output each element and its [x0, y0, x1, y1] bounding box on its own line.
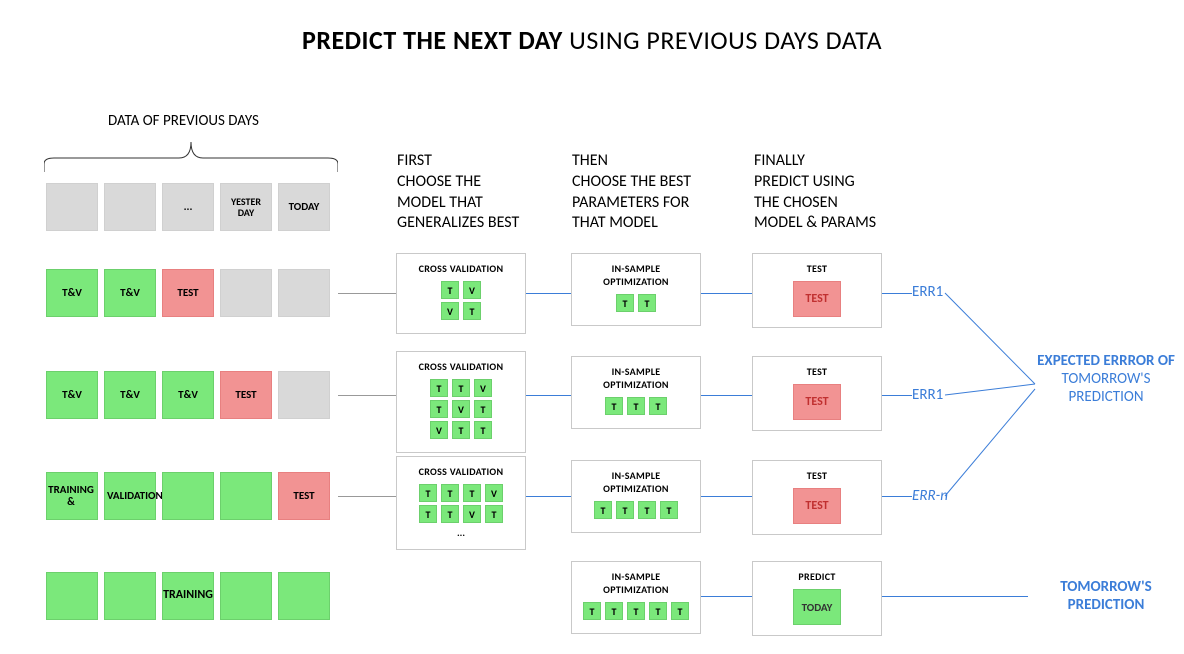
data-row-3: TRAINING & VALIDATION TEST: [46, 472, 336, 520]
test-box: TEST: [793, 488, 841, 524]
bracket-icon: [44, 134, 338, 174]
card-title: IN-SAMPLE OPTIMIZATION: [578, 365, 694, 391]
insample-card-1: IN-SAMPLE OPTIMIZATION TT: [571, 253, 701, 326]
col-header-finally: FINALLY PREDICT USING THE CHOSEN MODEL &…: [754, 151, 876, 234]
cell-empty: [278, 371, 330, 419]
card-title: IN-SAMPLE OPTIMIZATION: [578, 469, 694, 495]
cell-training: [104, 572, 156, 620]
cross-card-1: CROSS VALIDATION TV VT: [396, 253, 526, 334]
card-title: CROSS VALIDATION: [403, 262, 519, 275]
card-title: PREDICT: [759, 570, 875, 583]
page-title: PREDICT THE NEXT DAY USING PREVIOUS DAYS…: [0, 0, 1184, 56]
cell-test: TEST: [162, 269, 214, 317]
cell-empty: [220, 269, 272, 317]
expected-error-label: EXPECTED ERRROR OFTOMORROW'S PREDICTION: [1036, 352, 1176, 406]
cell-empty: [278, 269, 330, 317]
section-label: DATA OF PREVIOUS DAYS: [108, 112, 259, 130]
title-bold: PREDICT THE NEXT DAY: [302, 24, 563, 56]
cell-training: [278, 572, 330, 620]
cell-tv: T&V: [46, 269, 98, 317]
cell-training: TRAINING &: [46, 472, 98, 520]
insample-card-3: IN-SAMPLE OPTIMIZATION TTTT: [571, 460, 701, 533]
data-row-1: T&V T&V TEST: [46, 269, 336, 317]
cell-training: [220, 572, 272, 620]
cell-validation: VALIDATION: [104, 472, 156, 520]
cell-test: TEST: [278, 472, 330, 520]
card-title: CROSS VALIDATION: [403, 360, 519, 373]
card-title: IN-SAMPLE OPTIMIZATION: [578, 262, 694, 288]
cross-ellipsis: ...: [403, 526, 519, 539]
cross-card-3: CROSS VALIDATION TTTV TTVT ...: [396, 456, 526, 550]
test-box: TEST: [793, 384, 841, 420]
card-title: TEST: [759, 262, 875, 275]
card-title: TEST: [759, 469, 875, 482]
err-label-3: ERR-n: [912, 487, 948, 505]
cell-training-label: TRAINING: [162, 572, 214, 620]
err-label-1: ERR1: [912, 283, 943, 301]
fan-lines: [945, 284, 1045, 504]
insample-card-2: IN-SAMPLE OPTIMIZATION TTT: [571, 356, 701, 429]
err-label-2: ERR1: [912, 386, 943, 404]
col-header-first: FIRST CHOOSE THE MODEL THAT GENERALIZES …: [397, 151, 519, 234]
cell-empty: [162, 472, 214, 520]
cell-training: [46, 572, 98, 620]
test-card-2: TEST TEST: [752, 356, 882, 431]
predict-card: PREDICT TODAY: [752, 561, 882, 636]
header-cell-today: TODAY: [278, 183, 330, 231]
header-cell-dots: ...: [162, 183, 214, 231]
header-cell-yesterday: YESTER DAY: [220, 183, 272, 231]
card-title: TEST: [759, 365, 875, 378]
header-cell: [46, 183, 98, 231]
cell-tv: T&V: [104, 269, 156, 317]
test-box: TEST: [793, 281, 841, 317]
data-row-2: T&V T&V T&V TEST: [46, 371, 336, 419]
cell-tv: T&V: [162, 371, 214, 419]
cell-tv: T&V: [46, 371, 98, 419]
cell-empty: [220, 472, 272, 520]
today-box: TODAY: [793, 589, 841, 625]
data-row-4: TRAINING: [46, 572, 336, 620]
title-light: USING PREVIOUS DAYS DATA: [569, 24, 882, 56]
test-card-1: TEST TEST: [752, 253, 882, 328]
cross-card-2: CROSS VALIDATION TTV TVT VTT: [396, 351, 526, 453]
header-row: ... YESTER DAY TODAY: [46, 183, 336, 231]
insample-card-4: IN-SAMPLE OPTIMIZATION TTTTT: [571, 561, 701, 634]
card-title: CROSS VALIDATION: [403, 465, 519, 478]
test-card-3: TEST TEST: [752, 460, 882, 535]
cell-test: TEST: [220, 371, 272, 419]
tomorrow-prediction-label: TOMORROW'S PREDICTION: [1036, 578, 1176, 614]
col-header-then: THEN CHOOSE THE BEST PARAMETERS FOR THAT…: [572, 151, 691, 234]
cell-tv: T&V: [104, 371, 156, 419]
header-cell: [104, 183, 156, 231]
card-title: IN-SAMPLE OPTIMIZATION: [578, 570, 694, 596]
